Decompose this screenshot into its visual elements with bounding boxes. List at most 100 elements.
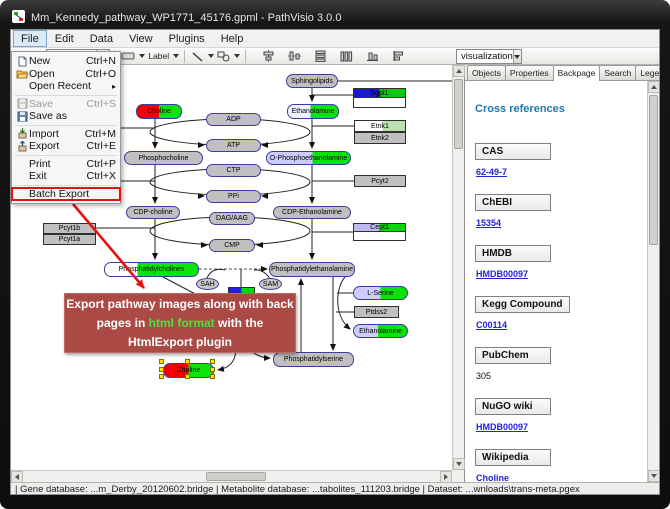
node-cept1[interactable]: Cept1 — [353, 223, 406, 241]
selection-handle[interactable] — [210, 359, 215, 364]
file-menu-item-import[interactable]: ImportCtrl+M — [12, 128, 120, 141]
scroll-down-button[interactable] — [648, 470, 660, 482]
align-center-vertical-icon[interactable] — [286, 49, 303, 64]
node-o-phosphoethanolamine[interactable]: O-Phosphoethanolamine — [266, 151, 351, 165]
canvas-horizontal-scrollbar[interactable] — [11, 470, 452, 482]
menu-separator — [15, 95, 117, 96]
node-atp[interactable]: ATP — [206, 139, 261, 152]
file-menu-item-export[interactable]: ExportCtrl+E — [12, 140, 120, 153]
menu-item-label: Open — [29, 68, 55, 80]
file-menu-item-print[interactable]: PrintCtrl+P — [12, 158, 120, 171]
menu-view[interactable]: View — [121, 30, 161, 47]
file-menu-item-batch-export[interactable]: Batch Export — [12, 188, 120, 201]
scroll-right-button[interactable] — [440, 471, 452, 483]
menu-plugins[interactable]: Plugins — [161, 30, 213, 47]
visualization-combobox[interactable]: visualization — [456, 49, 522, 64]
xref-value-wikipedia[interactable]: Choline — [476, 473, 509, 482]
node-cmp[interactable]: CMP — [209, 239, 255, 252]
node-sphingolipids[interactable]: Sphingolipids — [286, 74, 338, 88]
node-pcyt1a[interactable]: Pcyt1a — [43, 234, 96, 245]
node-ppi[interactable]: PPi — [206, 190, 261, 203]
canvas-vertical-scrollbar[interactable] — [452, 65, 464, 470]
menu-edit[interactable]: Edit — [47, 30, 82, 47]
shape-dropdown-arrow[interactable] — [232, 49, 241, 64]
tab-properties[interactable]: Properties — [505, 65, 554, 80]
shape-tool-icon[interactable] — [215, 49, 232, 64]
selection-handle[interactable] — [159, 359, 164, 364]
align-left-icon[interactable] — [390, 49, 407, 64]
line-tool-icon[interactable] — [189, 49, 206, 64]
node-phosphatidylserine[interactable]: Phosphatidylserine — [273, 352, 354, 367]
menu-data[interactable]: Data — [82, 30, 121, 47]
node-dag-aag[interactable]: DAG/AAG — [209, 212, 255, 225]
selection-handle[interactable] — [210, 367, 215, 372]
node-phosphocholine[interactable]: Phosphocholine — [124, 151, 203, 165]
xref-value-cas[interactable]: 62-49-7 — [476, 167, 507, 177]
node-ptdss2[interactable]: Ptdss2 — [354, 306, 399, 318]
selection-handle[interactable] — [210, 374, 215, 379]
gene-datanode-icon[interactable] — [119, 49, 137, 64]
node-choline-top[interactable]: Choline — [136, 104, 182, 119]
menu-help[interactable]: Help — [213, 30, 252, 47]
line-dropdown-arrow[interactable] — [206, 49, 215, 64]
panel-vertical-scrollbar[interactable] — [647, 81, 659, 482]
selection-handle[interactable] — [159, 374, 164, 379]
tab-objects[interactable]: Objects — [467, 65, 506, 80]
node-sam[interactable]: SAM — [259, 278, 282, 290]
label-tool-button[interactable]: Label — [146, 49, 171, 64]
distribute-horizontal-icon[interactable] — [338, 49, 355, 64]
tab-legend[interactable]: Legend — [635, 65, 660, 80]
label-dropdown-arrow[interactable] — [171, 49, 180, 64]
node-ethanolamine-2[interactable]: Ethanolamine — [353, 324, 408, 338]
scroll-down-button[interactable] — [453, 458, 465, 470]
menu-item-label: Import — [29, 128, 59, 140]
selection-handle[interactable] — [185, 359, 190, 364]
node-phosphatidylethanolamine[interactable]: Phosphatidylethanolamine — [269, 262, 355, 277]
file-menu-item-save-as[interactable]: Save as — [12, 110, 120, 123]
vertical-scroll-thumb[interactable] — [649, 95, 658, 245]
node-etnk2[interactable]: Etnk2 — [354, 132, 406, 144]
scroll-left-button[interactable] — [11, 471, 23, 483]
node-cdp-choline[interactable]: CDP-choline — [126, 206, 180, 219]
visualization-dropdown-button[interactable] — [513, 50, 521, 63]
file-menu-item-save[interactable]: SaveCtrl+S — [12, 98, 120, 111]
scroll-up-button[interactable] — [648, 81, 660, 93]
titlebar[interactable]: Mm_Kennedy_pathway_WP1771_45176.gpml - P… — [12, 8, 658, 28]
align-bottom-icon[interactable] — [364, 49, 381, 64]
gene-dropdown-arrow[interactable] — [137, 49, 146, 64]
selection-handle[interactable] — [185, 374, 190, 379]
node-sah[interactable]: SAH — [196, 278, 219, 290]
node-ctp[interactable]: CTP — [206, 164, 261, 177]
file-menu-item-new[interactable]: NewCtrl+N — [12, 55, 120, 68]
align-center-horizontal-icon[interactable] — [260, 49, 277, 64]
menu-file[interactable]: File — [13, 30, 47, 47]
file-menu-item-exit[interactable]: ExitCtrl+X — [12, 170, 120, 183]
node-cdp-ethanolamine[interactable]: CDP-Ethanolamine — [273, 206, 351, 219]
cross-reference-section: PubChem305 — [475, 345, 639, 381]
node-pcyt1b[interactable]: Pcyt1b — [43, 223, 96, 234]
distribute-vertical-icon[interactable] — [312, 49, 329, 64]
node-adp[interactable]: ADP — [206, 113, 261, 126]
application-window: FileEditDataViewPluginsHelp Zoom: 100% L… — [10, 29, 660, 495]
xref-value-nugo-wiki[interactable]: HMDB00097 — [476, 422, 528, 432]
xref-value-kegg-compound[interactable]: C00114 — [476, 320, 507, 330]
node-l-serine[interactable]: L-Serine — [353, 286, 408, 300]
tab-backpage[interactable]: Backpage — [553, 65, 601, 81]
node-phosphatidylcholines[interactable]: Phosphatidylcholines — [104, 262, 199, 277]
node-ethanolamine-top[interactable]: Ethanolamine — [287, 104, 339, 119]
selection-handle[interactable] — [159, 367, 164, 372]
node-etnk1[interactable]: Etnk1 — [354, 120, 406, 132]
node-pcyt2[interactable]: Pcyt2 — [354, 175, 406, 187]
vertical-scroll-thumb[interactable] — [454, 79, 463, 149]
node-sgpl1[interactable]: Sgpl1 — [353, 88, 406, 108]
save-as-icon — [15, 111, 29, 122]
file-menu-item-open-recent[interactable]: Open Recent▸ — [12, 80, 120, 93]
scroll-up-button[interactable] — [453, 65, 465, 77]
xref-value-chebi[interactable]: 15354 — [476, 218, 501, 228]
xref-value-hmdb[interactable]: HMDB00097 — [476, 269, 528, 279]
node-lower-half — [354, 98, 405, 107]
cross-reference-section: ChEBI15354 — [475, 192, 639, 228]
horizontal-scroll-thumb[interactable] — [206, 472, 266, 481]
file-menu-item-open[interactable]: OpenCtrl+O — [12, 68, 120, 81]
tab-search[interactable]: Search — [599, 65, 636, 80]
